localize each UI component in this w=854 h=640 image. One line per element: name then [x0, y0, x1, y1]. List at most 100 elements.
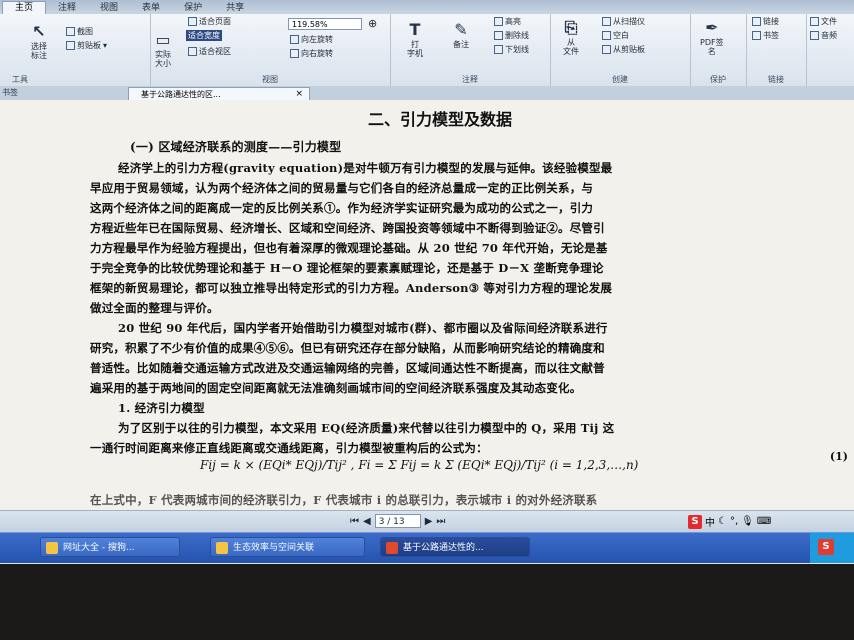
arrow-cursor-icon: ↖	[32, 21, 46, 41]
paragraph-line: 一通行时间距离来修正直线距离或交通线距离，引力模型被重构后的公式为：	[90, 441, 488, 455]
group-insert: 文件 音频	[806, 14, 854, 86]
last-page-icon[interactable]: ⏭	[436, 516, 445, 527]
typewriter-label: 打 字机	[407, 40, 423, 58]
zoom-input[interactable]: 119.58%	[288, 18, 362, 30]
tab-home[interactable]: 主页	[2, 1, 47, 14]
highlighter-icon	[494, 17, 503, 26]
punctuation-icon[interactable]: °,	[730, 516, 738, 527]
note-button[interactable]: ✎ 备注	[450, 18, 472, 49]
page-number-input[interactable]: 3 / 13	[374, 514, 421, 528]
tab-protect[interactable]: 保护	[172, 2, 214, 14]
microphone-icon[interactable]: 🎙	[741, 516, 754, 527]
from-clipboard-button[interactable]: 从剪贴板	[602, 44, 645, 55]
audio-icon	[810, 31, 819, 40]
group-links: 链接 书签 链接	[746, 14, 807, 86]
fit-page-label: 适合页面	[199, 17, 231, 26]
blank-label: 空白	[613, 31, 629, 40]
paragraph-line: 框架的新贸易理论，都可以独立推导出特定形式的引力方程。Anderson③ 等对引…	[90, 281, 613, 295]
rotate-left-button[interactable]: 向左旋转	[290, 34, 333, 45]
snapshot-label: 截图	[77, 27, 93, 36]
tab-form[interactable]: 表单	[130, 2, 172, 14]
group-create: ⎘ 从 文件 从扫描仪 空白 从剪贴板 创建	[550, 14, 691, 86]
next-page-icon[interactable]: ▶	[425, 516, 433, 527]
tab-comment[interactable]: 注释	[46, 2, 88, 14]
from-scanner-button[interactable]: 从扫描仪	[602, 16, 645, 27]
clipboard-icon	[66, 41, 75, 50]
underline-button[interactable]: 下划线	[494, 44, 529, 55]
select-annotate-button[interactable]: ↖ 选择 标注	[28, 20, 50, 60]
insert-file-button[interactable]: 文件	[810, 16, 837, 27]
tab-view[interactable]: 视图	[88, 2, 130, 14]
paragraph-line: 研究，积累了不少有价值的成果④⑤⑥。但已有研究还存在部分缺陷，从而影响研究结论的…	[90, 341, 605, 355]
blank-button[interactable]: 空白	[602, 30, 629, 41]
fit-page-icon	[188, 17, 197, 26]
pdf-sign-label: PDF签 名	[700, 38, 724, 56]
equation-number: (1)	[829, 450, 848, 463]
insert-file-label: 文件	[821, 17, 837, 26]
rotate-right-button[interactable]: 向右旋转	[290, 48, 333, 59]
taskbar-item-browser[interactable]: 网址大全 - 搜狗...	[40, 537, 180, 557]
navigation-panel-title: 书签	[2, 88, 18, 97]
taskbar-item-label: 生态效率与空间关联	[233, 543, 315, 553]
typewriter-icon: T	[409, 19, 421, 39]
prev-page-icon[interactable]: ◀	[363, 516, 371, 527]
section-heading: 二、引力模型及数据	[368, 110, 513, 129]
sogou-tray-icon[interactable]: S	[818, 539, 834, 555]
pen-sign-icon: ✒	[705, 17, 719, 37]
blank-page-icon	[602, 31, 611, 40]
insert-audio-button[interactable]: 音频	[810, 30, 837, 41]
link-button[interactable]: 链接	[752, 16, 779, 27]
browser-icon	[46, 542, 58, 554]
note-icon: ✎	[454, 19, 468, 39]
fit-visible-icon	[188, 47, 197, 56]
bookmark-button[interactable]: 书签	[752, 30, 779, 41]
paragraph-line: 20 世纪 90 年代后，国内学者开始借助引力模型对城市(群)、都市圈以及省际间…	[118, 321, 608, 335]
status-bar: ⏮ ◀ 3 / 13 ▶ ⏭ S 中 ☾ °, 🎙 ⌨	[0, 510, 854, 533]
clipboard-button[interactable]: 剪贴板 ▾	[66, 40, 107, 51]
gravity-formula: Fij = k × (EQi* EQj)/Tij² , Fi = Σ Fij =…	[200, 458, 639, 472]
from-file-button[interactable]: ⎘ 从 文件	[560, 16, 582, 56]
select-annotate-label: 选择 标注	[31, 42, 47, 60]
taskbar: 网址大全 - 搜狗... 生态效率与空间关联 基于公路通达性的... S	[0, 532, 854, 563]
comment-group-label: 注释	[462, 75, 478, 84]
sogou-ime-icon[interactable]: S	[688, 514, 702, 529]
snapshot-button[interactable]: 截图	[66, 26, 93, 37]
rotate-right-label: 向右旋转	[301, 49, 333, 58]
bookmark-icon	[752, 31, 761, 40]
strikeout-icon	[494, 31, 503, 40]
pdf-reader-icon	[386, 542, 398, 554]
keyboard-icon[interactable]: ⌨	[757, 516, 771, 527]
fit-page-button[interactable]: 适合页面	[188, 16, 231, 27]
link-icon	[752, 17, 761, 26]
taskbar-item-folder[interactable]: 生态效率与空间关联	[210, 537, 365, 557]
paragraph-line: 遍采用的基于两地间的固定空间距离就无法准确刻画城市间的空间经济联系强度及其动态变…	[90, 381, 582, 395]
tools-group-label: 工具	[12, 75, 28, 84]
group-protect: ✒ PDF签 名 保护	[690, 14, 747, 86]
insert-audio-label: 音频	[821, 31, 837, 40]
first-page-icon[interactable]: ⏮	[350, 516, 359, 527]
paragraph-line: 为了区别于以往的引力模型，本文采用 EQ(经济质量)来代替以往引力模型中的 Q，…	[118, 421, 615, 435]
typewriter-button[interactable]: T 打 字机	[404, 18, 426, 58]
ime-mode-label[interactable]: 中	[705, 514, 715, 529]
taskbar-item-pdf[interactable]: 基于公路通达性的...	[380, 537, 530, 557]
tab-share[interactable]: 共享	[214, 2, 256, 14]
pdf-sign-button[interactable]: ✒ PDF签 名	[700, 16, 724, 56]
strikeout-button[interactable]: 删除线	[494, 30, 529, 41]
actual-size-button[interactable]: ▭ 实际 大小	[152, 28, 174, 68]
fit-visible-button[interactable]: 适合视区	[188, 46, 231, 57]
group-tools: ↖ 选择 标注 截图 剪贴板 ▾ 工具	[0, 14, 151, 86]
subsection-heading: (一) 区域经济联系的测度——引力模型	[130, 140, 342, 154]
document-tab-title: 基于公路通达性的区...	[141, 90, 221, 99]
highlight-button[interactable]: 高亮	[494, 16, 521, 27]
fit-width-button[interactable]: 适合宽度	[186, 30, 222, 41]
actual-size-label: 实际 大小	[155, 50, 171, 68]
document-page: 二、引力模型及数据 (一) 区域经济联系的测度——引力模型 经济学上的引力方程(…	[0, 100, 854, 510]
note-label: 备注	[453, 40, 469, 49]
zoom-in-icon[interactable]: ⊕	[368, 17, 377, 30]
screen: 主页 注释 视图 表单 保护 共享 ↖ 选择 标注 截图 剪贴板 ▾ 工具 ▭ …	[0, 0, 854, 564]
numbered-heading: 1. 经济引力模型	[118, 401, 205, 415]
fit-width-label: 适合宽度	[186, 30, 222, 41]
document-tab[interactable]: 基于公路通达性的区... ×	[128, 87, 310, 100]
from-scanner-label: 从扫描仪	[613, 17, 645, 26]
moon-icon[interactable]: ☾	[718, 516, 727, 527]
